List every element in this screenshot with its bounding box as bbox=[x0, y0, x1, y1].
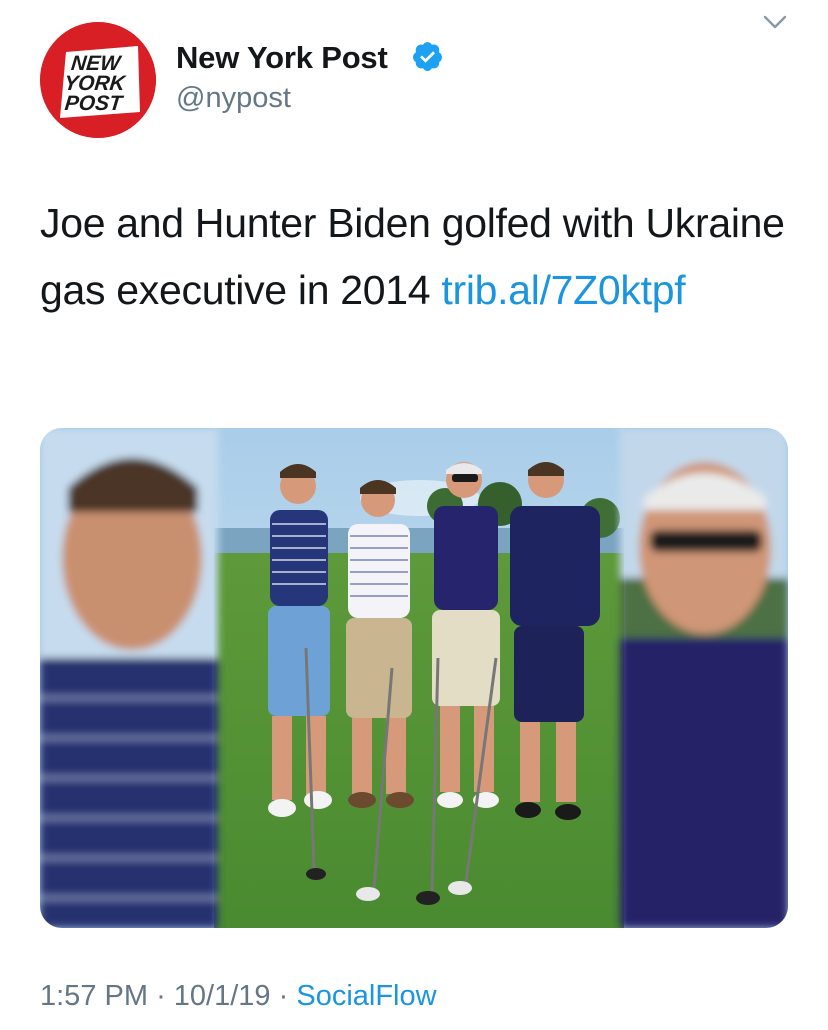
tweet-date[interactable]: 10/1/19 bbox=[174, 980, 271, 1012]
user-handle[interactable]: @nypost bbox=[176, 82, 291, 115]
golf-photo-illustration bbox=[40, 428, 788, 928]
display-name[interactable]: New York Post bbox=[176, 40, 388, 76]
logo-line-post: POST bbox=[64, 92, 126, 115]
verified-badge-icon bbox=[411, 40, 444, 73]
tweet-photo[interactable] bbox=[40, 428, 788, 928]
avatar[interactable]: NEW YORK POST bbox=[40, 22, 156, 138]
chevron-down-icon[interactable] bbox=[762, 12, 788, 32]
tweet-metadata: 1:57 PM · 10/1/19 · SocialFlow bbox=[40, 980, 437, 1013]
tweet-link[interactable]: trib.al/7Z0ktpf bbox=[441, 267, 685, 313]
tweet-text: Joe and Hunter Biden golfed with Ukraine… bbox=[40, 190, 800, 324]
tweet-source[interactable]: SocialFlow bbox=[296, 980, 436, 1012]
tweet-time[interactable]: 1:57 PM bbox=[40, 980, 148, 1012]
meta-separator: · bbox=[156, 980, 166, 1012]
tweet-card: NEW YORK POST New York Post @nypost Joe … bbox=[0, 0, 828, 1030]
meta-separator: · bbox=[278, 980, 289, 1012]
new-york-post-logo: NEW YORK POST bbox=[40, 22, 156, 138]
